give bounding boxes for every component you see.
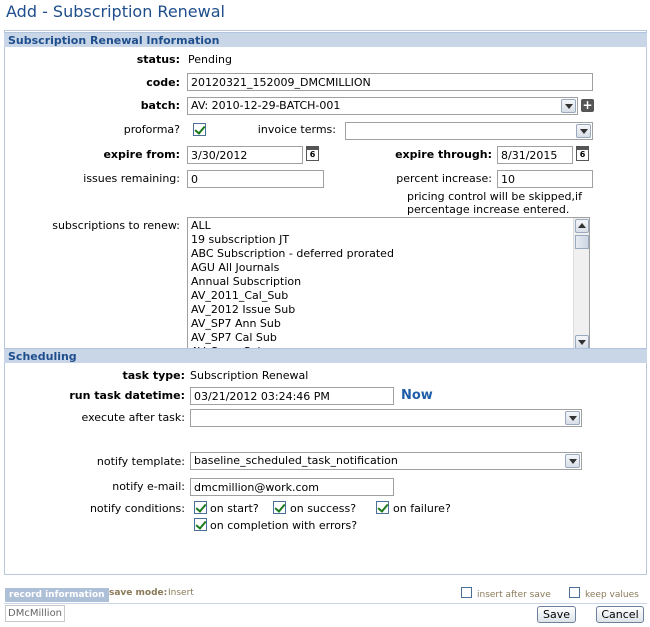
invoice-terms-select[interactable] [345, 122, 593, 140]
page-title: Add - Subscription Renewal [6, 2, 225, 21]
chevron-down-icon[interactable] [565, 454, 580, 468]
notify-template-value: baseline_scheduled_task_notification [194, 454, 398, 467]
section-header-scheduling: Scheduling [4, 348, 647, 363]
task-type-label: task type: [122, 369, 185, 382]
chevron-down-icon[interactable] [576, 124, 591, 138]
percent-increase-input[interactable] [497, 170, 593, 188]
pricing-note-line2: percentage increase entered. [407, 203, 570, 216]
subscription-option[interactable]: AV_SP7 Ann Sub [191, 317, 394, 331]
scroll-up-icon[interactable] [575, 219, 589, 233]
notify-email-label: notify e-mail: [112, 480, 185, 493]
now-link[interactable]: Now [401, 388, 433, 403]
save-mode-label: save mode: [109, 588, 168, 598]
subscription-option[interactable]: ABC Subscription - deferred prorated [191, 247, 394, 261]
subscription-option[interactable]: ALL [191, 219, 394, 233]
footer-divider [4, 603, 647, 604]
run-datetime-input[interactable] [190, 387, 394, 405]
status-label: status: [136, 53, 180, 66]
execute-after-select[interactable] [190, 409, 582, 427]
expire-through-input[interactable] [497, 146, 573, 164]
on-failure-label: on failure? [393, 502, 451, 515]
on-start-label: on start? [210, 502, 259, 515]
cancel-button[interactable]: Cancel [596, 606, 644, 623]
save-mode-value: Insert [168, 588, 194, 598]
on-failure-checkbox[interactable] [376, 501, 389, 514]
plus-icon[interactable]: + [581, 99, 594, 112]
keep-values-label: keep values [585, 590, 639, 600]
invoice-terms-label: invoice terms: [257, 123, 336, 136]
insert-after-save-checkbox[interactable] [461, 587, 472, 598]
chevron-down-icon[interactable] [561, 99, 576, 113]
code-label: code: [146, 76, 180, 89]
code-input[interactable] [187, 73, 593, 91]
calendar-icon[interactable]: 6 [576, 146, 589, 161]
subscription-option[interactable]: 19 subscription JT [191, 233, 394, 247]
insert-after-save-label: insert after save [477, 590, 551, 600]
notify-template-select[interactable]: baseline_scheduled_task_notification [190, 452, 582, 470]
notify-conditions-label: notify conditions: [89, 502, 185, 515]
expire-through-label: expire through: [395, 148, 492, 161]
task-type-value: Subscription Renewal [190, 369, 309, 382]
chevron-down-icon[interactable] [565, 411, 580, 425]
execute-after-label: execute after task: [81, 411, 186, 424]
subscriptions-listbox[interactable]: ALL 19 subscription JT ABC Subscription - … [187, 217, 590, 351]
subscription-option[interactable]: Annual Subscription [191, 275, 394, 289]
run-datetime-label: run task datetime: [69, 389, 185, 402]
subscription-option[interactable]: AV_2012 Issue Sub [191, 303, 394, 317]
expire-from-label: expire from: [103, 148, 180, 161]
section-header-info: Subscription Renewal Information [4, 32, 647, 47]
subscription-option[interactable]: AV_2011_Cal_Sub [191, 289, 394, 303]
scroll-down-icon[interactable] [575, 335, 589, 349]
keep-values-checkbox[interactable] [569, 587, 580, 598]
batch-select-value: AV: 2010-12-29-BATCH-001 [191, 99, 341, 112]
batch-label: batch: [140, 99, 180, 112]
record-information-tab[interactable]: record information [5, 588, 109, 602]
notify-email-input[interactable] [190, 478, 394, 496]
subscriptions-label: subscriptions to renew: [52, 219, 180, 232]
subscription-option[interactable]: AV_SP7 Cal Sub [191, 331, 394, 345]
calendar-icon[interactable]: 6 [306, 146, 319, 161]
issues-remaining-input[interactable] [187, 170, 324, 188]
on-errors-label: on completion with errors? [210, 519, 358, 532]
status-value: Pending [188, 53, 232, 66]
scroll-thumb[interactable] [575, 235, 589, 249]
notify-template-label: notify template: [96, 455, 185, 468]
issues-remaining-label: issues remaining: [83, 172, 180, 185]
pricing-note-line1: pricing control will be skipped,if [407, 190, 582, 203]
on-success-label: on success? [290, 502, 357, 515]
on-start-checkbox[interactable] [194, 501, 207, 514]
expire-from-input[interactable] [187, 146, 303, 164]
on-success-checkbox[interactable] [273, 501, 286, 514]
percent-increase-label: percent increase: [396, 172, 492, 185]
subscription-option[interactable]: AGU All Journals [191, 261, 394, 275]
user-badge: DMcMillion [5, 605, 65, 622]
batch-select[interactable]: AV: 2010-12-29-BATCH-001 [187, 97, 578, 115]
proforma-checkbox[interactable] [193, 123, 206, 136]
listbox-scrollbar[interactable] [573, 218, 589, 350]
proforma-label: proforma? [123, 123, 180, 136]
on-errors-checkbox[interactable] [194, 518, 207, 531]
save-button[interactable]: Save [537, 606, 576, 623]
